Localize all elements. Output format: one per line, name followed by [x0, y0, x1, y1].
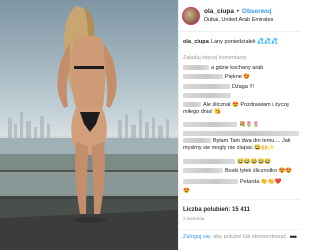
commenter-username[interactable] — [183, 138, 211, 144]
caption-username[interactable]: ola_ciupa — [183, 39, 209, 45]
comment-text: a gdzie kochany arab — [211, 65, 264, 71]
comment-row: 😍 — [183, 188, 299, 195]
comment-row: Dżaga !!! — [183, 84, 299, 91]
comment-row — [183, 93, 299, 100]
divider — [179, 229, 300, 230]
comment-text: Piękne 😍 — [225, 74, 251, 80]
comment-row: Petarda 👏👏❤️ — [183, 179, 299, 186]
post-date[interactable]: 2 kwietnia — [183, 217, 204, 222]
post-footer: Liczba polubień: 15 411 2 kwietnia Zalog… — [179, 199, 300, 250]
like-count[interactable]: Liczba polubień: 15 411 — [183, 207, 250, 213]
avatar[interactable] — [182, 7, 200, 25]
header-username[interactable]: ola_ciupa — [204, 8, 234, 15]
comments-list: ola_ciupa Lany poniedziałek 💦💦💦 Załaduj w… — [179, 35, 300, 199]
comment-row: Boski tyłek ślicznotko 😍😍 — [183, 168, 299, 175]
comment-row: 💐🌷🌷 — [183, 122, 299, 129]
comment-row: Ale ślicznal 😍 Pozdrawiam i życzę miłego… — [183, 102, 299, 115]
comment-text: 💐🌷🌷 — [239, 122, 260, 128]
comment-text: Petarda 👏👏❤️ — [240, 179, 282, 185]
commenter-username[interactable] — [183, 74, 223, 80]
comment-text: Dżaga !!! — [232, 84, 255, 90]
commenter-username[interactable] — [183, 168, 223, 174]
comment-row: 😂😂😂😂😂 — [183, 159, 299, 166]
instagram-post: ola_ciupa • Obserwuj Dubai, United Arab … — [0, 0, 300, 250]
comment-row: a gdzie kochany arab — [183, 65, 299, 72]
caption-text: Lany poniedziałek 💦💦💦 — [210, 39, 279, 45]
comment-text: 😍 — [183, 188, 190, 194]
commenter-username[interactable] — [183, 131, 299, 136]
photo-scene — [0, 6, 178, 250]
commenter-username[interactable] — [183, 93, 231, 99]
follow-button[interactable]: Obserwuj — [242, 8, 272, 15]
location-link[interactable]: Dubai, United Arab Emirates — [204, 17, 273, 24]
post-side-panel: ola_ciupa • Obserwuj Dubai, United Arab … — [178, 0, 300, 250]
login-link[interactable]: Zaloguj się — [183, 234, 210, 240]
login-prompt: Zaloguj się, aby polubić lub skomentować… — [183, 234, 288, 240]
commenter-username[interactable] — [183, 65, 209, 71]
header-line: ola_ciupa • Obserwuj — [204, 8, 272, 16]
header-separator: • — [236, 8, 240, 15]
comment-text: 😂😂😂😂😂 — [237, 159, 272, 165]
commenter-username[interactable] — [183, 122, 237, 128]
comment-row: Piękne 😍 — [183, 74, 299, 81]
comment-row: Byłam Tam dwa dni temu.... Jak myslmy si… — [183, 138, 299, 151]
post-photo[interactable] — [0, 0, 178, 250]
commenter-username[interactable] — [183, 102, 201, 108]
load-more-comments[interactable]: Załaduj więcej komentarzy — [183, 55, 247, 61]
post-header: ola_ciupa • Obserwuj Dubai, United Arab … — [179, 0, 300, 32]
comment-text: Boski tyłek ślicznotko 😍😍 — [225, 168, 293, 174]
caption: ola_ciupa Lany poniedziałek 💦💦💦 — [183, 39, 278, 46]
commenter-username[interactable] — [183, 179, 238, 185]
login-suffix: , aby polubić lub skomentować. — [210, 234, 288, 240]
more-options-icon[interactable]: ••• — [290, 232, 298, 242]
comment-row — [183, 131, 299, 136]
commenter-username[interactable] — [183, 159, 235, 165]
commenter-username[interactable] — [183, 84, 230, 90]
